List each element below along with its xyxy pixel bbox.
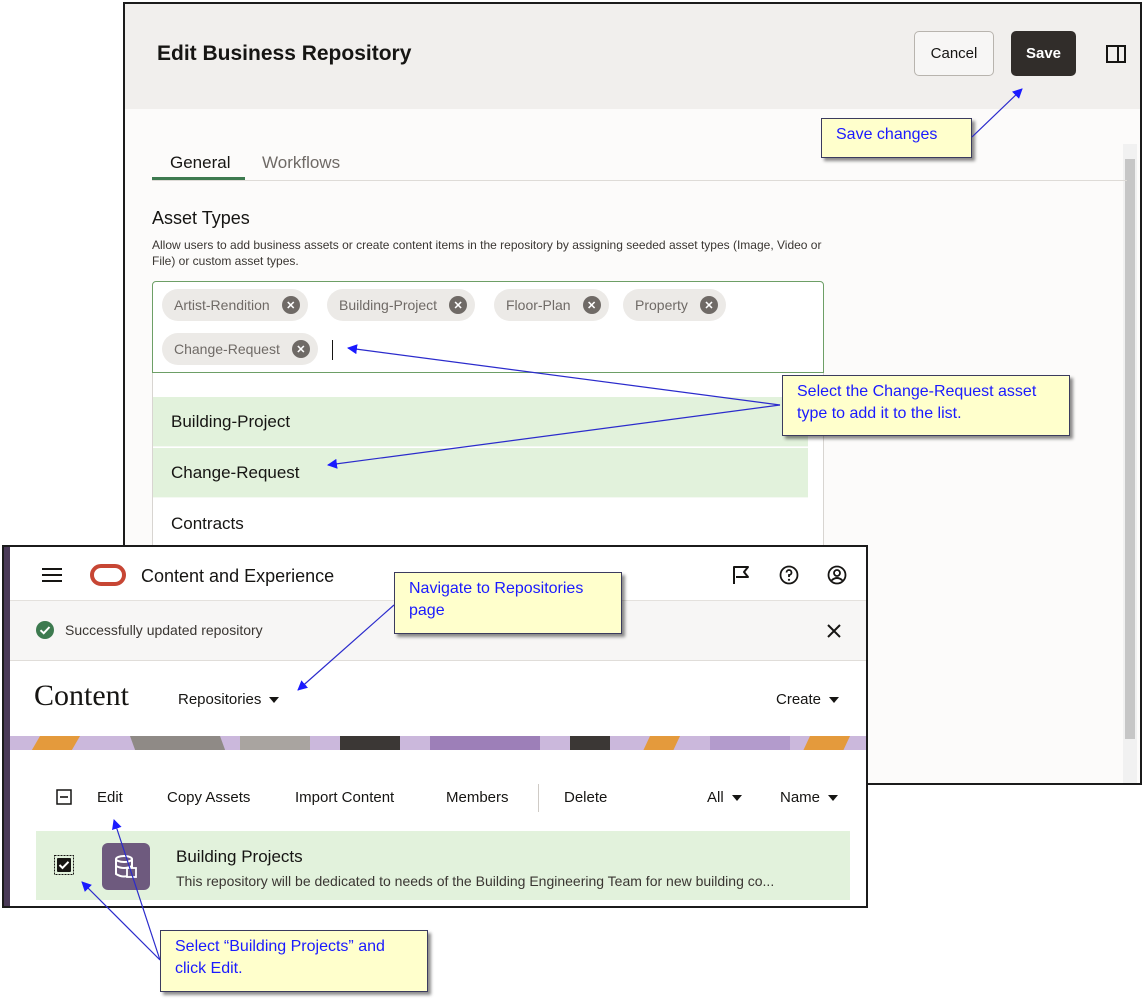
chevron-down-icon (829, 697, 840, 704)
repositories-dropdown-label: Repositories (178, 691, 262, 708)
remove-chip-icon[interactable]: ✕ (291, 340, 310, 358)
dropdown-option-books[interactable]: Books (153, 373, 808, 381)
asset-types-description: Allow users to add business assets or cr… (152, 238, 822, 268)
close-icon[interactable] (826, 623, 842, 639)
chevron-down-icon (828, 795, 839, 802)
chip-label: Property (635, 297, 688, 313)
create-dropdown[interactable]: Create (776, 691, 840, 708)
row-checkbox[interactable] (54, 855, 74, 875)
create-dropdown-label: Create (776, 691, 822, 708)
side-panel-icon[interactable] (1106, 45, 1126, 63)
app-title: Content and Experience (141, 566, 335, 586)
chip-property: Property ✕ (623, 289, 726, 321)
text-cursor (332, 340, 333, 360)
chip-label: Artist-Rendition (174, 297, 270, 313)
tab-workflows[interactable]: Workflows (262, 153, 340, 173)
chip-label: Floor-Plan (506, 297, 571, 313)
edit-button[interactable]: Edit (97, 789, 123, 806)
toolbar-divider (538, 784, 539, 812)
remove-chip-icon[interactable]: ✕ (449, 296, 468, 314)
repository-row[interactable]: Building Projects This repository will b… (36, 831, 850, 900)
chip-building-project: Building-Project ✕ (327, 289, 476, 321)
repository-icon (102, 843, 150, 890)
callout-select-change-request: Select the Change-Request asset type to … (782, 375, 1070, 436)
decorative-banner (10, 736, 866, 750)
import-content-button[interactable]: Import Content (295, 789, 394, 806)
repository-toolbar: Edit Copy Assets Import Content Members … (10, 779, 866, 819)
user-profile-icon[interactable] (827, 565, 847, 585)
dropdown-option-building-project[interactable]: Building-Project (153, 397, 808, 447)
repository-name[interactable]: Building Projects (176, 847, 303, 867)
chip-artist-rendition: Artist-Rendition ✕ (162, 289, 308, 321)
asset-types-heading: Asset Types (152, 208, 250, 228)
chip-label: Building-Project (339, 297, 438, 313)
callout-save-changes: Save changes (821, 118, 972, 158)
callout-select-building-projects: Select “Building Projects” and click Edi… (160, 930, 428, 992)
remove-chip-icon[interactable]: ✕ (281, 296, 300, 314)
sort-dropdown-label: Name (780, 789, 821, 806)
oracle-logo-icon[interactable] (90, 564, 126, 586)
filter-dropdown-label: All (707, 789, 724, 806)
dropdown-option-contracts[interactable]: Contracts (153, 499, 808, 549)
remove-chip-icon[interactable]: ✕ (582, 296, 601, 314)
chip-floor-plan: Floor-Plan ✕ (494, 289, 609, 321)
tabs-divider (152, 180, 1127, 181)
page-title: Content (34, 679, 129, 712)
repository-description: This repository will be dedicated to nee… (176, 873, 775, 889)
cancel-button[interactable]: Cancel (914, 31, 994, 76)
hamburger-menu-icon[interactable] (42, 568, 62, 582)
asset-types-input[interactable]: Artist-Rendition ✕ Building-Project ✕ Fl… (152, 281, 824, 373)
members-button[interactable]: Members (446, 789, 509, 806)
filter-dropdown[interactable]: All (707, 789, 742, 806)
repositories-dropdown[interactable]: Repositories (178, 691, 280, 708)
chevron-down-icon (269, 697, 280, 704)
notification-message: Successfully updated repository (65, 622, 263, 638)
chip-label: Change-Request (174, 341, 280, 357)
chevron-down-icon (731, 795, 742, 802)
scrollbar-thumb[interactable] (1125, 159, 1135, 739)
help-icon[interactable] (779, 565, 799, 585)
save-button[interactable]: Save (1011, 31, 1076, 76)
dialog-title: Edit Business Repository (157, 42, 412, 65)
deselect-all-checkbox-icon[interactable] (56, 789, 72, 805)
delete-button[interactable]: Delete (564, 789, 607, 806)
remove-chip-icon[interactable]: ✕ (699, 296, 718, 314)
flag-icon[interactable] (731, 565, 751, 585)
copy-assets-button[interactable]: Copy Assets (167, 789, 250, 806)
dropdown-option-change-request[interactable]: Change-Request (153, 448, 808, 498)
chip-change-request: Change-Request ✕ (162, 333, 318, 365)
sort-dropdown[interactable]: Name (780, 789, 839, 806)
success-check-icon (36, 621, 54, 639)
active-tab-indicator (152, 177, 245, 180)
database-icon (115, 854, 137, 878)
callout-navigate-repositories: Navigate to Repositories page (394, 572, 622, 634)
tab-general[interactable]: General (170, 153, 230, 173)
